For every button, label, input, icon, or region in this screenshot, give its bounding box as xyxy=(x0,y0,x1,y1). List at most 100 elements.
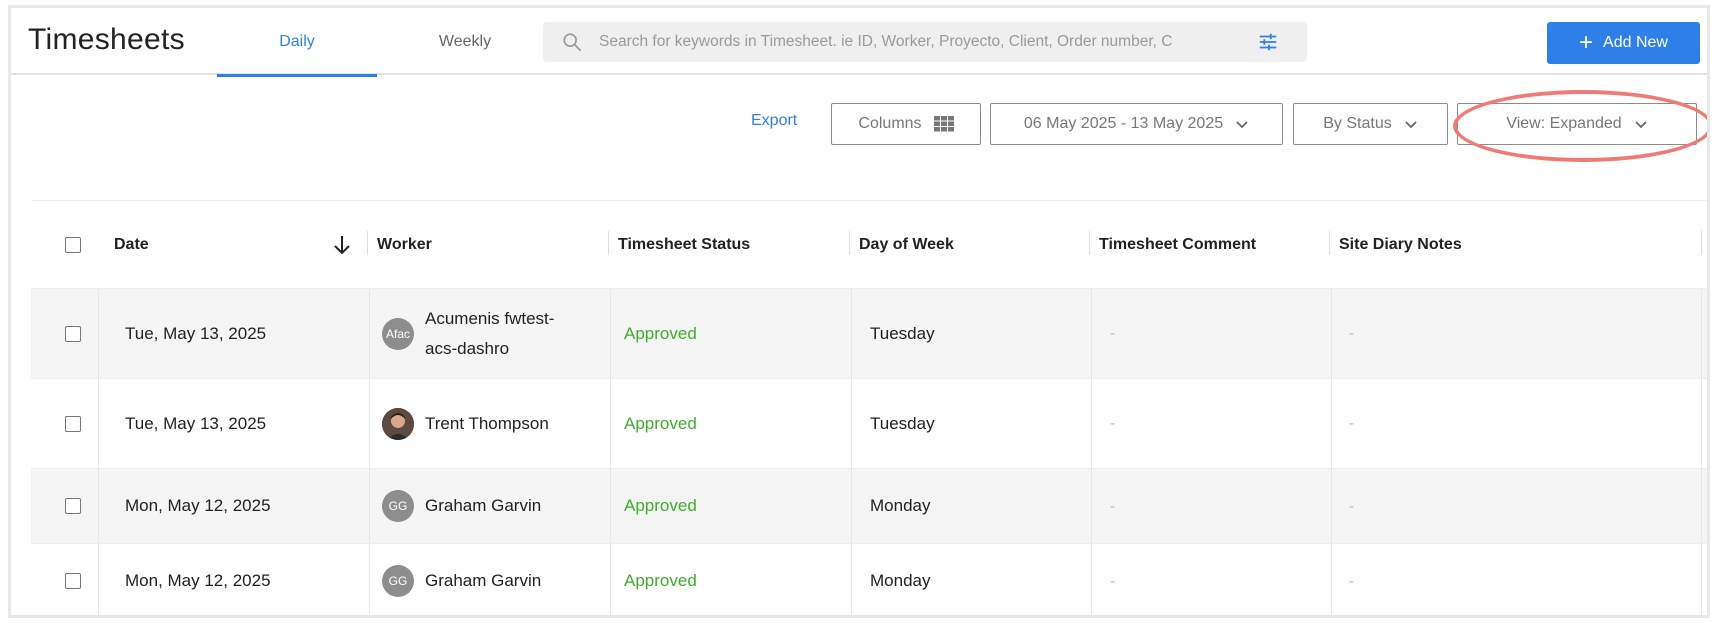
tab-weekly[interactable]: Weekly xyxy=(385,8,545,75)
column-border xyxy=(610,379,611,468)
column-header-day-of-week[interactable]: Day of Week xyxy=(859,201,954,289)
timesheets-page: Timesheets Daily Weekly + Add N xyxy=(8,5,1710,618)
search-icon xyxy=(563,33,582,52)
column-border xyxy=(1331,469,1332,543)
tab-daily[interactable]: Daily xyxy=(217,8,377,77)
column-border xyxy=(98,289,99,378)
day-cell: Monday xyxy=(870,496,931,515)
column-separator xyxy=(1089,231,1090,255)
column-border xyxy=(610,469,611,543)
comment-cell: - xyxy=(1110,497,1115,515)
select-all-cell xyxy=(65,201,81,289)
column-header-worker[interactable]: Worker xyxy=(377,201,432,289)
avatar: GG xyxy=(382,565,414,597)
column-border xyxy=(1331,289,1332,378)
column-border xyxy=(98,544,99,615)
date-cell: Mon, May 12, 2025 xyxy=(125,571,271,590)
row-checkbox[interactable] xyxy=(65,325,81,342)
worker-name: Graham Garvin xyxy=(425,496,542,515)
worker-name: Acumenis fwtest- acs-dashro xyxy=(425,304,554,364)
date-cell: Tue, May 13, 2025 xyxy=(125,323,267,343)
add-new-button[interactable]: + Add New xyxy=(1547,22,1700,64)
view-mode-label: View: Expanded xyxy=(1506,115,1622,132)
avatar: GG xyxy=(382,490,414,522)
comment-cell: - xyxy=(1110,325,1115,342)
row-checkbox[interactable] xyxy=(65,573,81,589)
page-title: Timesheets xyxy=(28,23,185,56)
column-border xyxy=(851,379,852,468)
status-cell: Approved xyxy=(624,496,697,515)
worker-name: Graham Garvin xyxy=(425,571,542,590)
column-header-status[interactable]: Timesheet Status xyxy=(618,201,750,289)
column-header-date[interactable]: Date xyxy=(114,201,149,289)
table-row[interactable]: Mon, May 12, 2025 GG Graham Garvin Appro… xyxy=(31,468,1707,543)
status-cell: Approved xyxy=(624,413,697,433)
column-border xyxy=(1091,379,1092,468)
column-header-comment[interactable]: Timesheet Comment xyxy=(1099,201,1256,289)
add-new-label: Add New xyxy=(1603,34,1668,51)
status-cell: Approved xyxy=(624,323,697,343)
select-all-checkbox[interactable] xyxy=(65,237,81,253)
column-separator xyxy=(849,231,850,255)
column-border xyxy=(1701,379,1702,468)
column-border xyxy=(851,469,852,543)
page-header: Timesheets Daily Weekly + Add N xyxy=(11,8,1707,77)
date-cell: Mon, May 12, 2025 xyxy=(125,496,271,515)
column-border xyxy=(369,379,370,468)
column-border xyxy=(610,544,611,615)
table-header: Date Worker Timesheet Status Day of Week… xyxy=(31,200,1707,289)
status-cell: Approved xyxy=(624,571,697,590)
worker-name: Trent Thompson xyxy=(425,413,549,433)
worker-cell: GG Graham Garvin xyxy=(382,469,541,543)
search-bar xyxy=(543,22,1307,62)
row-checkbox[interactable] xyxy=(65,415,81,432)
column-border xyxy=(1331,544,1332,615)
export-link[interactable]: Export xyxy=(751,112,797,130)
tab-weekly-label: Weekly xyxy=(438,32,492,50)
column-border xyxy=(1331,379,1332,468)
day-cell: Tuesday xyxy=(870,323,935,343)
avatar xyxy=(382,407,414,440)
view-mode-dropdown[interactable]: View: Expanded xyxy=(1457,103,1697,145)
chevron-down-icon xyxy=(1236,121,1248,129)
column-separator xyxy=(1329,231,1330,255)
comment-cell: - xyxy=(1110,572,1115,590)
table-row[interactable]: Tue, May 13, 2025 Trent Thompson Approve… xyxy=(31,378,1707,468)
filter-sliders-icon[interactable] xyxy=(1257,31,1279,53)
column-border xyxy=(98,469,99,543)
column-header-site-diary[interactable]: Site Diary Notes xyxy=(1339,201,1462,289)
table-row[interactable]: Tue, May 13, 2025 Afac Acumenis fwtest- … xyxy=(31,288,1707,378)
date-cell: Tue, May 13, 2025 xyxy=(125,413,267,433)
column-border xyxy=(1701,289,1702,378)
columns-button[interactable]: Columns xyxy=(831,103,981,145)
chevron-down-icon xyxy=(1635,121,1647,129)
column-border xyxy=(1701,469,1702,543)
avatar-photo xyxy=(382,407,414,440)
row-checkbox-cell xyxy=(65,289,81,378)
by-status-label: By Status xyxy=(1323,115,1392,132)
grid-icon xyxy=(933,116,954,132)
date-range-dropdown[interactable]: 06 May 2025 - 13 May 2025 xyxy=(990,103,1283,145)
column-border xyxy=(851,289,852,378)
column-border xyxy=(610,289,611,378)
column-border xyxy=(369,544,370,615)
timesheets-table: Date Worker Timesheet Status Day of Week… xyxy=(31,200,1707,615)
row-checkbox[interactable] xyxy=(65,498,81,514)
worker-name-line2: acs-dashro xyxy=(425,338,510,358)
tab-daily-label: Daily xyxy=(279,32,315,50)
column-separator xyxy=(367,231,368,255)
search-input[interactable] xyxy=(599,22,1229,62)
sort-arrow-down-icon[interactable] xyxy=(332,234,352,256)
site-diary-cell: - xyxy=(1349,415,1354,432)
site-diary-cell: - xyxy=(1349,497,1354,515)
worker-cell: GG Graham Garvin xyxy=(382,544,542,615)
table-row[interactable]: Mon, May 12, 2025 GG Graham Garvin Appro… xyxy=(31,543,1707,615)
column-border xyxy=(369,289,370,378)
column-border xyxy=(851,544,852,615)
worker-cell: Trent Thompson xyxy=(382,379,549,468)
comment-cell: - xyxy=(1110,415,1115,432)
chevron-down-icon xyxy=(1405,121,1417,129)
by-status-dropdown[interactable]: By Status xyxy=(1293,103,1448,145)
plus-icon: + xyxy=(1579,29,1594,56)
day-cell: Monday xyxy=(870,571,931,590)
